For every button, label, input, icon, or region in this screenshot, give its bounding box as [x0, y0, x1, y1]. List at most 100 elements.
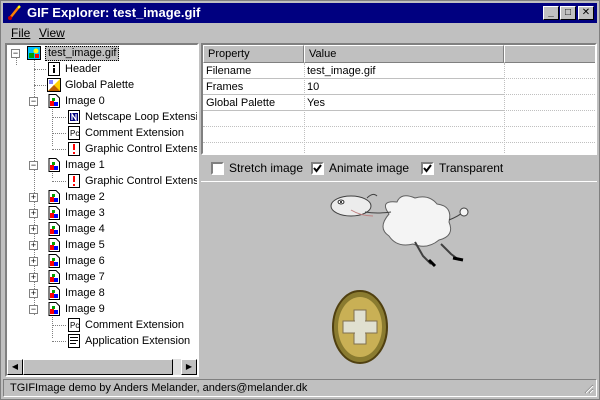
image-icon: [48, 302, 60, 316]
table-row-empty: [203, 111, 595, 127]
expand-icon[interactable]: +: [29, 241, 38, 250]
tree-item-comment-0[interactable]: Pc Comment Extension: [7, 125, 197, 141]
tree-item-label: Image 0: [65, 95, 105, 107]
comment-icon: Pc: [68, 318, 80, 332]
tree-item-label: Graphic Control Extension: [85, 143, 199, 155]
tree-item-image-4[interactable]: + Image 4: [7, 221, 197, 237]
checkbox-label[interactable]: Animate image: [329, 161, 409, 175]
tree-item-label: test_image.gif: [45, 46, 120, 61]
expand-icon[interactable]: +: [29, 209, 38, 218]
tree-item-image-3[interactable]: + Image 3: [7, 205, 197, 221]
app-icon[interactable]: [7, 5, 23, 21]
tree-item-label: Image 9: [65, 303, 105, 315]
coin-image: [332, 290, 388, 364]
tree-item-image-5[interactable]: + Image 5: [7, 237, 197, 253]
menu-file[interactable]: File: [11, 26, 30, 40]
image-icon: [48, 286, 60, 300]
status-text: TGIFImage demo by Anders Melander, ander…: [10, 382, 308, 394]
collapse-icon[interactable]: −: [29, 305, 38, 314]
tree-item-label: Comment Extension: [85, 127, 185, 139]
tree-item-image-9[interactable]: − Image 9: [7, 301, 197, 317]
tree-item-comment-9[interactable]: Pc Comment Extension: [7, 317, 197, 333]
tree-item-header[interactable]: Header: [7, 61, 197, 77]
tree-item-global-palette[interactable]: Global Palette: [7, 77, 197, 93]
column-header-property[interactable]: Property: [203, 45, 304, 63]
graphic-control-icon: [68, 174, 80, 188]
property-name: Global Palette: [203, 95, 304, 111]
expand-icon[interactable]: +: [29, 273, 38, 282]
scroll-left-button[interactable]: ◀: [7, 359, 23, 375]
minimize-button[interactable]: _: [543, 6, 559, 20]
checkbox-box[interactable]: [211, 162, 224, 175]
arrow-left-icon: ◀: [11, 362, 19, 371]
title-bar[interactable]: GIF Explorer: test_image.gif _ □ ✕: [3, 3, 597, 23]
collapse-icon[interactable]: −: [29, 97, 38, 106]
image-icon: [48, 158, 60, 172]
checkbox-box[interactable]: [311, 162, 324, 175]
image-preview: [201, 181, 597, 377]
tree-item-label: Image 2: [65, 191, 105, 203]
close-icon: ✕: [581, 7, 591, 18]
tree-item-graphic-control-1[interactable]: Graphic Control Extension: [7, 173, 197, 189]
window-title: GIF Explorer: test_image.gif: [27, 5, 201, 20]
maximize-button[interactable]: □: [560, 6, 576, 20]
maximize-icon: □: [564, 7, 572, 18]
collapse-icon[interactable]: −: [29, 161, 38, 170]
expand-icon[interactable]: +: [29, 289, 38, 298]
tree-item-image-7[interactable]: + Image 7: [7, 269, 197, 285]
image-icon: [48, 238, 60, 252]
gif-preview-canvas: [330, 193, 469, 364]
tree-item-label: Image 1: [65, 159, 105, 171]
tree-item-label: Image 4: [65, 223, 105, 235]
tree-horizontal-scrollbar[interactable]: ◀ ▶: [7, 359, 197, 375]
tree-item-image-8[interactable]: + Image 8: [7, 285, 197, 301]
tree-item-label: Header: [65, 63, 102, 75]
checkbox-label[interactable]: Transparent: [439, 161, 503, 175]
tree-view[interactable]: − test_image.gif Header Global Palette −…: [5, 43, 199, 377]
tree-item-image-2[interactable]: + Image 2: [7, 189, 197, 205]
property-grid[interactable]: Property Value Filename test_image.gif F…: [201, 43, 597, 155]
property-value: 10: [304, 79, 504, 95]
tree-item-root[interactable]: − test_image.gif: [7, 45, 197, 61]
arrow-right-icon: ▶: [185, 362, 193, 371]
column-header-empty: [504, 45, 595, 63]
scroll-right-button[interactable]: ▶: [181, 359, 197, 375]
application-icon: [68, 334, 80, 348]
display-options: Stretch image Animate image Transparent: [201, 157, 597, 181]
menu-view[interactable]: View: [39, 26, 65, 40]
minimize-icon: _: [548, 7, 554, 18]
tree-item-graphic-control-0[interactable]: Graphic Control Extension: [7, 141, 197, 157]
resize-grip-icon[interactable]: [582, 382, 594, 394]
expand-icon[interactable]: +: [29, 193, 38, 202]
expand-icon[interactable]: +: [29, 257, 38, 266]
main-window: GIF Explorer: test_image.gif _ □ ✕ File …: [0, 0, 600, 400]
svg-text:Pc: Pc: [70, 321, 79, 330]
menu-bar: File View: [3, 24, 597, 42]
column-header-value[interactable]: Value: [304, 45, 504, 63]
graphic-control-icon: [68, 142, 80, 156]
tree-item-image-6[interactable]: + Image 6: [7, 253, 197, 269]
tree-item-application-9[interactable]: Application Extension: [7, 333, 197, 349]
tree-item-image-0[interactable]: − Image 0: [7, 93, 197, 109]
checkbox-label[interactable]: Stretch image: [229, 161, 303, 175]
tree-item-label: Image 8: [65, 287, 105, 299]
checkmark-icon: [313, 164, 322, 173]
image-icon: [48, 190, 60, 204]
property-value: Yes: [304, 95, 504, 111]
image-icon: [48, 222, 60, 236]
tree-item-label: Image 3: [65, 207, 105, 219]
collapse-icon[interactable]: −: [11, 49, 20, 58]
tree-item-image-1[interactable]: − Image 1: [7, 157, 197, 173]
tree-item-label: Application Extension: [85, 335, 191, 347]
palette-icon: [47, 78, 61, 92]
checkbox-box[interactable]: [421, 162, 434, 175]
expand-icon[interactable]: +: [29, 225, 38, 234]
gif-file-icon: [27, 46, 41, 60]
tree-item-label: Image 6: [65, 255, 105, 267]
scroll-thumb[interactable]: [23, 359, 173, 375]
property-name: Filename: [203, 63, 304, 79]
table-row-empty: [203, 127, 595, 143]
sheep-image: [330, 193, 469, 268]
tree-item-netscape-loop[interactable]: Netscape Loop Extension: [7, 109, 197, 125]
close-button[interactable]: ✕: [578, 6, 594, 20]
